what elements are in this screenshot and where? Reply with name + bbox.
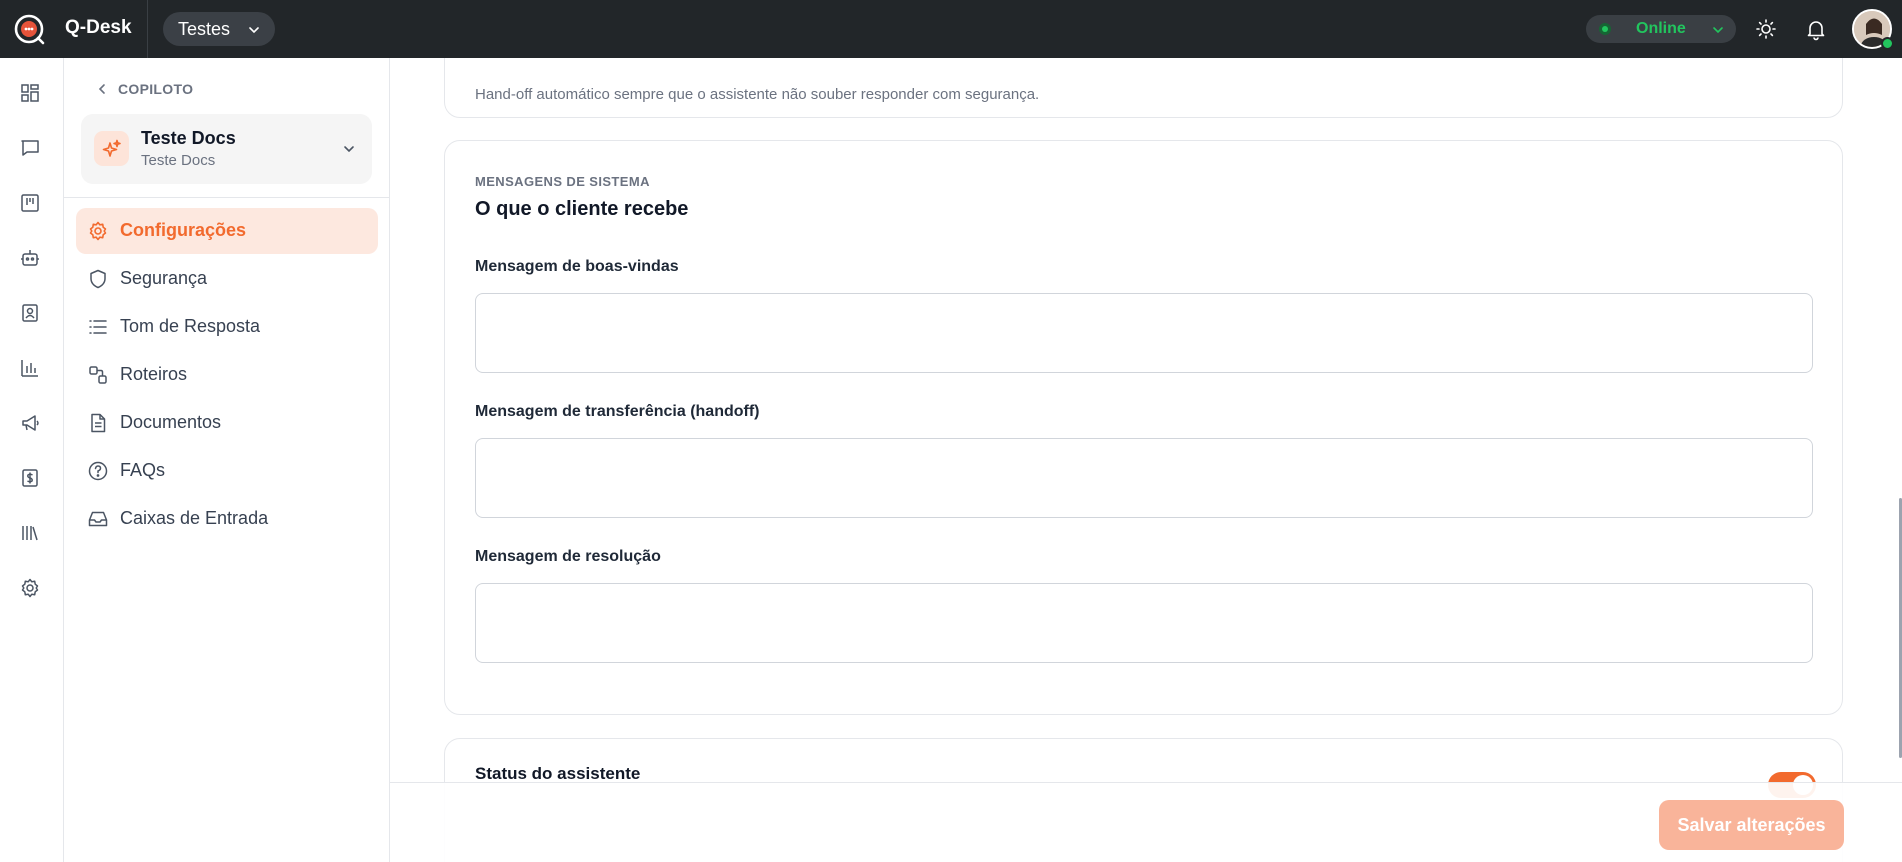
bell-icon[interactable] bbox=[1804, 17, 1828, 41]
handoff-message-label: Mensagem de transferência (handoff) bbox=[475, 403, 760, 420]
resolution-message-label: Mensagem de resolução bbox=[475, 548, 661, 565]
section-title: O que o cliente recebe bbox=[475, 198, 689, 220]
chevron-down-icon bbox=[249, 27, 259, 34]
back-link[interactable]: COPILOTO bbox=[96, 81, 193, 97]
contacts-icon[interactable] bbox=[19, 302, 41, 324]
sidebar-item-label: Configurações bbox=[120, 220, 247, 240]
kanban-icon[interactable] bbox=[19, 192, 41, 214]
sun-icon[interactable] bbox=[1754, 17, 1778, 41]
copilot-sidebar: COPILOTO Teste Docs Teste Docs Configura… bbox=[64, 58, 390, 862]
bot-icon[interactable] bbox=[19, 247, 41, 269]
handoff-message-input[interactable] bbox=[475, 438, 1813, 518]
status-selector[interactable]: Online bbox=[1586, 15, 1736, 43]
handoff-description: Hand-off automático sempre que o assiste… bbox=[475, 86, 1040, 103]
reports-icon[interactable] bbox=[19, 357, 41, 379]
inbox-icon bbox=[88, 511, 108, 527]
list-icon bbox=[89, 320, 107, 334]
chevron-left-icon bbox=[98, 84, 105, 94]
sidebar-item-caixas-de-entrada[interactable]: Caixas de Entrada bbox=[76, 496, 378, 542]
document-icon bbox=[91, 413, 106, 433]
topbar-divider bbox=[147, 0, 148, 58]
logo-icon[interactable] bbox=[12, 12, 46, 46]
chat-icon[interactable] bbox=[19, 137, 41, 159]
flow-icon bbox=[89, 366, 107, 384]
assistant-status-label: Status do assistente bbox=[475, 764, 641, 783]
sidebar-item-label: Roteiros bbox=[120, 364, 188, 384]
welcome-message-input[interactable] bbox=[475, 293, 1813, 373]
campaigns-icon[interactable] bbox=[19, 412, 41, 434]
app-name: Q-Desk bbox=[65, 17, 132, 38]
assistant-selector[interactable]: Teste Docs Teste Docs bbox=[81, 114, 372, 184]
resolution-message-input[interactable] bbox=[475, 583, 1813, 663]
sidebar-item-configuracoes[interactable]: Configurações bbox=[76, 208, 378, 254]
system-messages-card: MENSAGENS DE SISTEMA O que o cliente rec… bbox=[444, 140, 1843, 715]
chevron-down-icon bbox=[344, 146, 354, 153]
shield-icon bbox=[90, 269, 106, 289]
section-eyebrow: MENSAGENS DE SISTEMA bbox=[475, 174, 650, 189]
workspace-label: Testes bbox=[178, 18, 231, 39]
save-bar: Salvar alterações bbox=[390, 782, 1902, 862]
sparkle-icon bbox=[94, 131, 129, 166]
help-icon bbox=[88, 461, 108, 481]
sidebar-item-label: Tom de Resposta bbox=[120, 316, 261, 336]
dashboard-icon[interactable] bbox=[19, 82, 41, 104]
avatar-online-badge bbox=[1881, 37, 1894, 50]
workspace-selector[interactable]: Testes bbox=[163, 12, 275, 46]
settings-icon[interactable] bbox=[19, 577, 41, 599]
sidebar-item-documentos[interactable]: Documentos bbox=[76, 400, 378, 446]
sidebar-item-seguranca[interactable]: Segurança bbox=[76, 256, 378, 302]
top-bar: Q-Desk Testes Online bbox=[0, 0, 1902, 58]
settings-content: Hand-off automático sempre que o assiste… bbox=[390, 58, 1902, 862]
sidebar-divider bbox=[64, 197, 390, 198]
sidebar-item-label: Segurança bbox=[120, 268, 208, 288]
status-label: Online bbox=[1636, 20, 1686, 37]
sidebar-item-roteiros[interactable]: Roteiros bbox=[76, 352, 378, 398]
online-indicator bbox=[1599, 23, 1611, 35]
assistant-subtitle: Teste Docs bbox=[141, 152, 216, 169]
back-link-label: COPILOTO bbox=[118, 81, 194, 97]
billing-icon[interactable] bbox=[19, 467, 41, 489]
welcome-message-label: Mensagem de boas-vindas bbox=[475, 258, 679, 275]
chevron-down-icon bbox=[1713, 27, 1723, 34]
sidebar-item-label: FAQs bbox=[120, 460, 166, 480]
sidebar-item-label: Caixas de Entrada bbox=[120, 508, 269, 528]
library-icon[interactable] bbox=[19, 522, 41, 544]
sidebar-item-label: Documentos bbox=[120, 412, 222, 432]
sidebar-item-faqs[interactable]: FAQs bbox=[76, 448, 378, 494]
sidebar-item-tom-de-resposta[interactable]: Tom de Resposta bbox=[76, 304, 378, 350]
icon-rail bbox=[0, 58, 64, 862]
assistant-name: Teste Docs bbox=[141, 128, 236, 148]
save-button[interactable]: Salvar alterações bbox=[1659, 800, 1844, 850]
handoff-card: Hand-off automático sempre que o assiste… bbox=[444, 58, 1843, 118]
gear-icon bbox=[89, 221, 107, 241]
